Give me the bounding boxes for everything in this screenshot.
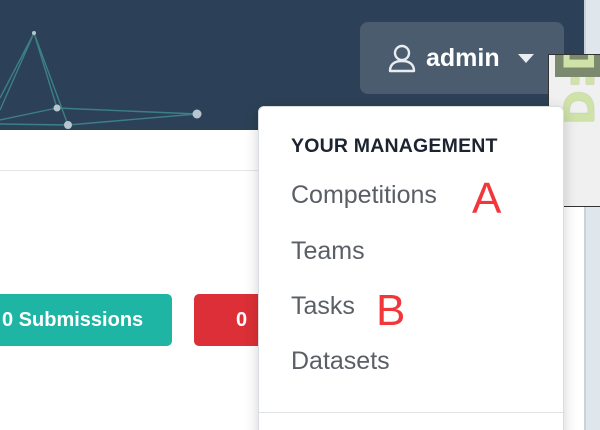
caret-down-icon (518, 54, 534, 63)
annotation-a: A (472, 174, 502, 223)
menu-item-competitions[interactable]: Competitions (291, 181, 437, 210)
dropdown-divider (259, 412, 563, 413)
user-dropdown-menu: YOUR MANAGEMENT Competitions Teams Tasks… (258, 106, 564, 430)
menu-item-tasks[interactable]: Tasks (291, 292, 355, 321)
username-label: admin (426, 44, 500, 72)
annotation-b: B (376, 286, 406, 335)
menu-item-datasets[interactable]: Datasets (291, 347, 390, 376)
content-divider (0, 170, 258, 171)
submissions-badge[interactable]: 0 Submissions (0, 294, 172, 346)
user-menu-button[interactable]: admin (360, 22, 564, 94)
menu-item-teams[interactable]: Teams (291, 237, 365, 266)
dropdown-section-header: YOUR MANAGEMENT (291, 135, 498, 157)
user-icon (388, 44, 416, 73)
